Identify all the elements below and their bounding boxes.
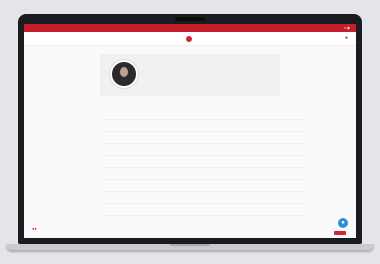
top-bar: ≡ ◉	[24, 24, 356, 32]
avatar	[110, 60, 138, 88]
chat-icon[interactable]: ●	[338, 218, 348, 228]
laptop-bezel: ≡ ◉ ● ●● ●	[18, 14, 362, 244]
action-button[interactable]	[334, 231, 346, 235]
table-row	[104, 108, 304, 120]
base-notch	[170, 244, 210, 246]
main-nav: ●	[24, 32, 356, 46]
table-row	[104, 168, 304, 180]
table-row	[104, 120, 304, 132]
top-bar-icons[interactable]: ≡ ◉	[344, 26, 350, 30]
logo-mark-icon	[186, 35, 192, 42]
cart-icon[interactable]: ●	[345, 35, 348, 41]
table-row	[104, 144, 304, 156]
camera-notch	[175, 17, 205, 21]
table-row	[104, 132, 304, 144]
brand-logo[interactable]	[186, 35, 194, 42]
laptop-screen: ≡ ◉ ● ●● ●	[24, 24, 356, 238]
laptop-base	[6, 244, 374, 250]
table-row	[104, 204, 304, 216]
footer-flag-icons[interactable]: ●●	[32, 226, 37, 231]
table-row	[104, 180, 304, 192]
details-table	[104, 108, 304, 216]
table-row	[104, 192, 304, 204]
table-row	[104, 156, 304, 168]
avatar-face	[120, 67, 128, 77]
